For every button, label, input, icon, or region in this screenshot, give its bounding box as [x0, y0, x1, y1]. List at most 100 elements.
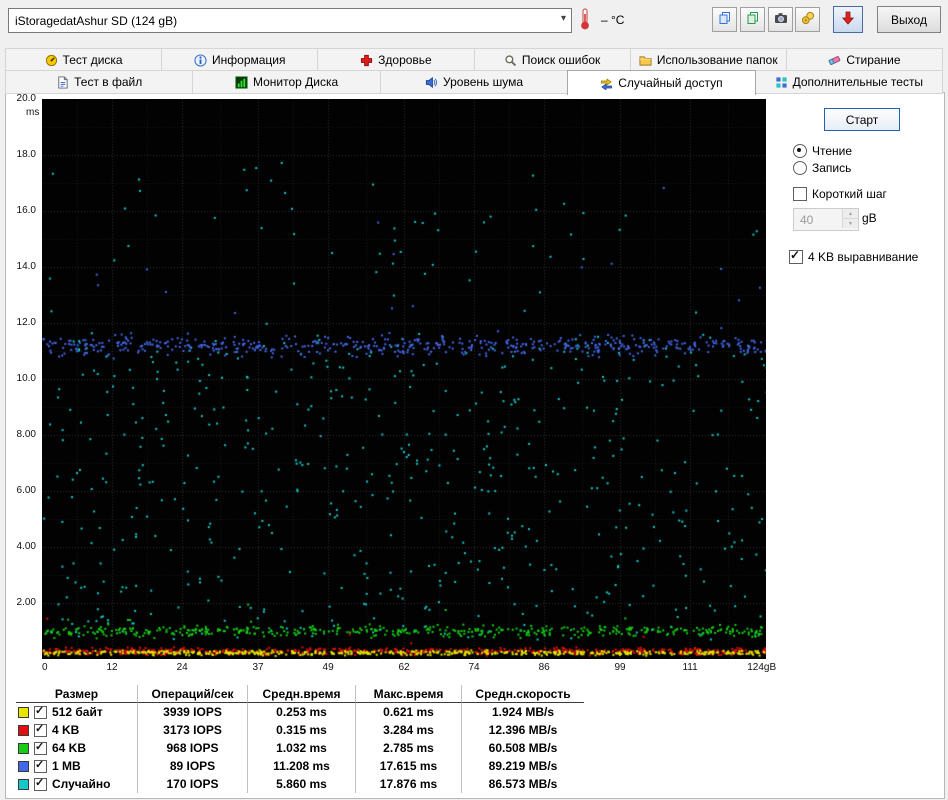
red-down-arrow-icon — [841, 11, 855, 28]
thermometer-icon — [578, 7, 592, 34]
series-color-swatch — [18, 779, 29, 790]
search-icon — [504, 54, 517, 67]
scatter-plot-area — [42, 99, 766, 659]
write-radio-label: Запись — [812, 161, 851, 175]
tab-label: Тест в файл — [74, 75, 142, 89]
radio-icon — [793, 161, 807, 175]
align-4kb-checkbox[interactable]: 4 KB выравнивание — [789, 250, 918, 264]
table-header-2: Средн.время — [248, 685, 356, 703]
series-color-swatch — [18, 725, 29, 736]
table-header-3: Макс.время — [356, 685, 462, 703]
table-header-4: Средн.скорость — [462, 685, 584, 703]
tab-erase[interactable]: Стирание — [786, 48, 943, 72]
tab-error-scan[interactable]: Поиск ошибок — [474, 48, 631, 72]
series-checkbox[interactable] — [34, 742, 47, 755]
series-color-swatch — [18, 707, 29, 718]
table-cell-avg: 1.032 ms — [248, 739, 356, 757]
series-checkbox[interactable] — [34, 724, 47, 737]
series-color-swatch — [18, 761, 29, 772]
x-tick-label: 37 — [252, 662, 263, 673]
radio-icon — [793, 144, 807, 158]
grid-icon — [775, 76, 788, 89]
camera-icon — [774, 11, 788, 28]
file-icon — [56, 76, 69, 89]
table-cell-speed: 1.924 MB/s — [462, 703, 584, 721]
table-cell-speed: 12.396 MB/s — [462, 721, 584, 739]
down-arrow-button[interactable] — [833, 6, 863, 33]
stepper-arrows[interactable]: ▲▼ — [842, 209, 858, 228]
tab-noise-level[interactable]: Уровень шума — [380, 70, 568, 94]
coins-button[interactable] — [795, 7, 820, 32]
y-tick-label: 12.0 — [17, 317, 36, 328]
table-cell-iops: 3939 IOPS — [138, 703, 248, 721]
read-radio[interactable]: Чтение — [793, 144, 852, 158]
tab-disk-monitor[interactable]: Монитор Диска — [192, 70, 380, 94]
align-4kb-label: 4 KB выравнивание — [808, 250, 918, 264]
series-label: 512 байт — [52, 705, 103, 719]
folder-icon — [639, 54, 652, 67]
random-access-scatter-chart — [42, 99, 766, 659]
benchmark-icon — [45, 54, 58, 67]
table-cell-iops: 89 IOPS — [138, 757, 248, 775]
camera-button[interactable] — [768, 7, 793, 32]
tab-label: Дополнительные тесты — [793, 75, 923, 89]
table-cell-max: 17.876 ms — [356, 775, 462, 793]
table-row-size: Случайно — [16, 775, 138, 793]
health-icon — [360, 54, 373, 67]
y-axis-labels: 20.018.016.014.012.010.08.006.004.002.00 — [6, 99, 39, 659]
chevron-down-icon: ▾ — [561, 13, 566, 24]
table-cell-speed: 89.219 MB/s — [462, 757, 584, 775]
monitor-icon — [235, 76, 248, 89]
table-header-0: Размер — [16, 685, 138, 703]
table-cell-max: 17.615 ms — [356, 757, 462, 775]
tab-label: Информация — [212, 53, 285, 67]
stride-unit-label: gB — [862, 211, 877, 225]
tab-disk-test[interactable]: Тест диска — [5, 48, 162, 72]
copy-icon — [718, 11, 732, 28]
tab-label: Здоровье — [378, 53, 432, 67]
table-cell-speed: 86.573 MB/s — [462, 775, 584, 793]
stepper-up-icon[interactable]: ▲ — [843, 209, 858, 219]
tab-random-access[interactable]: Случайный доступ — [567, 70, 755, 95]
y-tick-label: 16.0 — [17, 205, 36, 216]
checkbox-icon — [793, 187, 807, 201]
stride-size-stepper[interactable]: 40 ▲▼ — [793, 208, 859, 231]
table-cell-iops: 170 IOPS — [138, 775, 248, 793]
write-radio[interactable]: Запись — [793, 161, 851, 175]
short-stride-checkbox[interactable]: Короткий шаг — [793, 187, 887, 201]
tab-file-benchmark[interactable]: Тест в файл — [5, 70, 193, 94]
x-tick-label: 12 — [107, 662, 118, 673]
table-cell-max: 3.284 ms — [356, 721, 462, 739]
stepper-down-icon[interactable]: ▼ — [843, 219, 858, 228]
tab-label: Стирание — [846, 53, 900, 67]
series-checkbox[interactable] — [34, 778, 47, 791]
copy-button[interactable] — [712, 7, 737, 32]
tab-extra-tests[interactable]: Дополнительные тесты — [755, 70, 943, 94]
tab-row-2: Тест в файл Монитор Диска Уровень шумаСлуч… — [5, 70, 943, 92]
tab-label: Использование папок — [657, 53, 778, 67]
speaker-icon — [425, 76, 438, 89]
table-cell-max: 0.621 ms — [356, 703, 462, 721]
tab-info[interactable]: Информация — [161, 48, 318, 72]
hd-tune-window: iStoragedatAshur SD (124 gB) ▾ – °C Выхо… — [0, 0, 948, 800]
table-cell-iops: 968 IOPS — [138, 739, 248, 757]
table-cell-speed: 60.508 MB/s — [462, 739, 584, 757]
exit-button[interactable]: Выход — [877, 6, 941, 33]
tab-folder-usage[interactable]: Использование папок — [630, 48, 787, 72]
results-table: РазмерОпераций/секСредн.времяМакс.времяС… — [16, 685, 584, 793]
copy-alt-button[interactable] — [740, 7, 765, 32]
table-row-size: 512 байт — [16, 703, 138, 721]
series-label: 4 KB — [52, 723, 79, 737]
series-checkbox[interactable] — [34, 706, 47, 719]
x-tick-label: 24 — [177, 662, 188, 673]
series-checkbox[interactable] — [34, 760, 47, 773]
x-tick-label: 49 — [323, 662, 334, 673]
drive-selector[interactable]: iStoragedatAshur SD (124 gB) ▾ — [8, 8, 572, 33]
start-button[interactable]: Старт — [824, 108, 900, 131]
tab-health[interactable]: Здоровье — [317, 48, 474, 72]
y-tick-label: 14.0 — [17, 261, 36, 272]
tab-label: Монитор Диска — [253, 75, 338, 89]
y-tick-label: 18.0 — [17, 149, 36, 160]
temperature-label: – °C — [601, 13, 624, 27]
y-tick-label: 8.00 — [17, 429, 36, 440]
